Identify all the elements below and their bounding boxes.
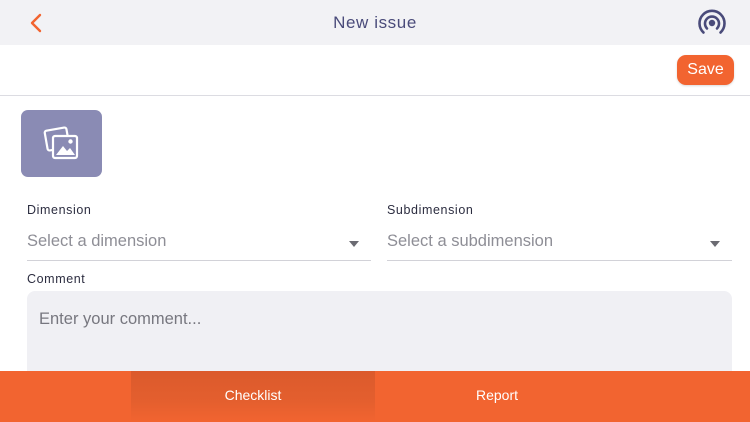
save-button[interactable]: Save bbox=[677, 55, 734, 85]
page-title: New issue bbox=[333, 13, 417, 32]
comment-placeholder: Enter your comment... bbox=[39, 310, 202, 328]
tab-checklist[interactable]: Checklist bbox=[131, 371, 375, 422]
tab-report[interactable]: Report bbox=[375, 371, 619, 422]
bottom-tab-bar: Checklist Report bbox=[0, 371, 750, 422]
action-toolbar: Save bbox=[0, 45, 750, 96]
broadcast-signal-icon bbox=[698, 9, 726, 34]
subdimension-select[interactable]: Select a subdimension bbox=[387, 227, 732, 261]
comment-input[interactable]: Enter your comment... bbox=[27, 291, 732, 381]
dimension-placeholder: Select a dimension bbox=[27, 232, 167, 250]
dimension-label: Dimension bbox=[27, 203, 92, 217]
header-bar: New issue bbox=[0, 0, 750, 45]
subdimension-label: Subdimension bbox=[387, 203, 474, 217]
subdimension-placeholder: Select a subdimension bbox=[387, 232, 554, 250]
new-issue-screen: New issue Save Dimension Select a dimens… bbox=[0, 0, 750, 422]
broadcast-button[interactable] bbox=[694, 6, 730, 40]
add-photo-button[interactable] bbox=[21, 110, 102, 177]
comment-label: Comment bbox=[27, 272, 86, 286]
dropdown-arrow-icon bbox=[710, 241, 720, 247]
dimension-select[interactable]: Select a dimension bbox=[27, 227, 371, 261]
photo-stack-icon bbox=[43, 125, 78, 159]
dropdown-arrow-icon bbox=[349, 241, 359, 247]
